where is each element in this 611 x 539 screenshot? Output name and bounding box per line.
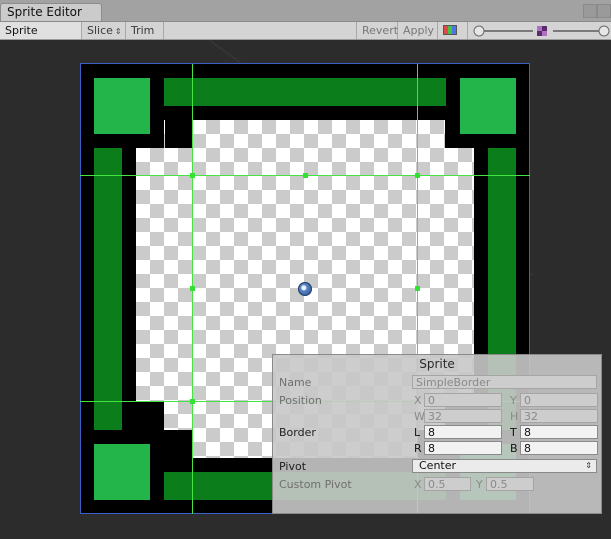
pivot-dropdown[interactable]: Center ⇕ [412,459,597,473]
name-label: Name [279,376,312,389]
resize-handle[interactable] [190,286,195,291]
r-axis-label: R [414,442,422,455]
toolbar: Sprite Editor⇕ Slice⇕ Trim Revert Apply [0,22,611,54]
window-tab-bar: Sprite Editor [0,0,611,22]
pivot-value: Center [419,459,457,472]
pivot-dropdown-arrow-icon: ⇕ [585,461,592,470]
pivot-label: Pivot [279,460,307,473]
resize-handle[interactable] [415,286,420,291]
t-axis-label: T [510,426,517,439]
revert-button[interactable]: Revert [356,22,398,39]
position-y-field[interactable]: 0 [520,393,598,407]
h-axis-label: H [510,410,519,423]
sprite-editor-tab[interactable]: Sprite Editor [0,3,102,21]
custom-pivot-y-field[interactable]: 0.5 [486,477,534,491]
color-channel-toggle[interactable] [438,22,468,39]
border-l-field[interactable]: 8 [424,425,502,439]
trim-button[interactable]: Trim [126,22,164,39]
mode-dropdown[interactable]: Sprite Editor⇕ [0,22,82,54]
border-r-field[interactable]: 8 [424,441,502,455]
name-field[interactable]: SimpleBorder [412,375,597,389]
position-w-field[interactable]: 32 [424,409,502,423]
resize-handle[interactable] [415,173,420,178]
slice-label: Slice [87,24,113,37]
custom-pivot-y-label: Y [476,478,483,491]
custom-pivot-label: Custom Pivot [279,478,352,491]
custom-pivot-x-field[interactable]: 0.5 [424,477,471,491]
resize-handle[interactable] [190,399,195,404]
b-axis-label: B [510,442,518,455]
position-h-field[interactable]: 32 [520,409,598,423]
custom-pivot-x-label: X [414,478,422,491]
position-label: Position [279,394,322,407]
window-menu-icon[interactable] [583,4,597,18]
resize-handle[interactable] [190,173,195,178]
apply-button[interactable]: Apply [398,22,438,39]
l-axis-label: L [414,426,421,439]
border-t-field[interactable]: 8 [520,425,598,439]
slice-dropdown-arrow-icon: ⇕ [114,27,122,36]
zoom-slider[interactable] [473,23,611,38]
border-label: Border [279,426,316,439]
y-axis-label: Y [510,394,517,407]
panel-title: Sprite [419,357,455,371]
border-b-field[interactable]: 8 [520,441,598,455]
slice-dropdown[interactable]: Slice ⇕ [82,22,126,39]
window-close-icon[interactable] [597,4,611,18]
rgb-channel-icon [443,25,457,35]
resize-handle[interactable] [303,173,308,178]
x-axis-label: X [414,394,422,407]
pivot-handle-icon[interactable] [298,282,312,296]
sprite-inspector-panel: Sprite Name SimpleBorder Position X 0 Y … [272,354,602,514]
position-x-field[interactable]: 0 [424,393,502,407]
